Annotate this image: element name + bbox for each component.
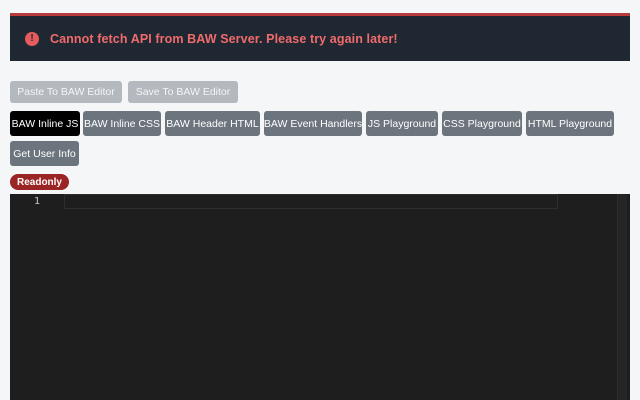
tab-baw-inline-css[interactable]: BAW Inline CSS (83, 111, 161, 136)
readonly-badge: Readonly (10, 174, 69, 190)
tab-css-playground[interactable]: CSS Playground (442, 111, 522, 136)
code-editor[interactable]: 1 (10, 194, 630, 400)
tab-js-playground[interactable]: JS Playground (366, 111, 438, 136)
alert-message: Cannot fetch API from BAW Server. Please… (50, 31, 398, 46)
line-number: 1 (34, 196, 41, 207)
error-alert: ! Cannot fetch API from BAW Server. Plea… (10, 13, 630, 61)
tab-baw-inline-js[interactable]: BAW Inline JS (10, 111, 80, 136)
tab-html-playground[interactable]: HTML Playground (526, 111, 614, 136)
editor-scrollbar[interactable] (617, 194, 627, 400)
tab-baw-event-handlers[interactable]: BAW Event Handlers (264, 111, 362, 136)
save-to-editor-button[interactable]: Save To BAW Editor (128, 81, 238, 103)
active-line-highlight[interactable] (64, 194, 558, 209)
paste-to-editor-button[interactable]: Paste To BAW Editor (10, 81, 122, 103)
extension-popup: ! Cannot fetch API from BAW Server. Plea… (0, 0, 640, 400)
info-circle-icon: ! (25, 31, 39, 46)
tab-baw-header-html[interactable]: BAW Header HTML (165, 111, 260, 136)
tab-get-user-info[interactable]: Get User Info (10, 141, 79, 166)
